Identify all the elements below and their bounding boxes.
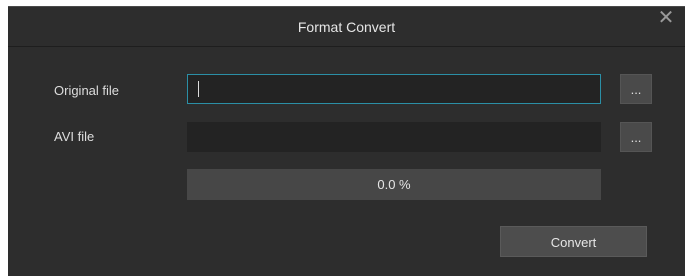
progress-text: 0.0 % (377, 177, 411, 192)
browse-avi-file-button[interactable]: ... (620, 122, 652, 152)
close-icon: ✕ (657, 7, 675, 29)
convert-button[interactable]: Convert (500, 226, 647, 257)
avi-file-input[interactable] (187, 122, 601, 152)
format-convert-dialog: Format Convert ✕ Original file ... AVI f… (8, 6, 685, 276)
avi-file-label: AVI file (54, 129, 95, 144)
browse-original-file-button[interactable]: ... (620, 74, 652, 104)
text-caret (198, 81, 199, 97)
title-bar: Format Convert ✕ (8, 7, 685, 47)
original-file-label: Original file (54, 83, 120, 98)
dialog-title: Format Convert (297, 19, 396, 35)
close-button[interactable]: ✕ (647, 7, 685, 33)
conversion-progress-bar: 0.0 % (187, 169, 601, 200)
original-file-input[interactable] (187, 74, 601, 104)
